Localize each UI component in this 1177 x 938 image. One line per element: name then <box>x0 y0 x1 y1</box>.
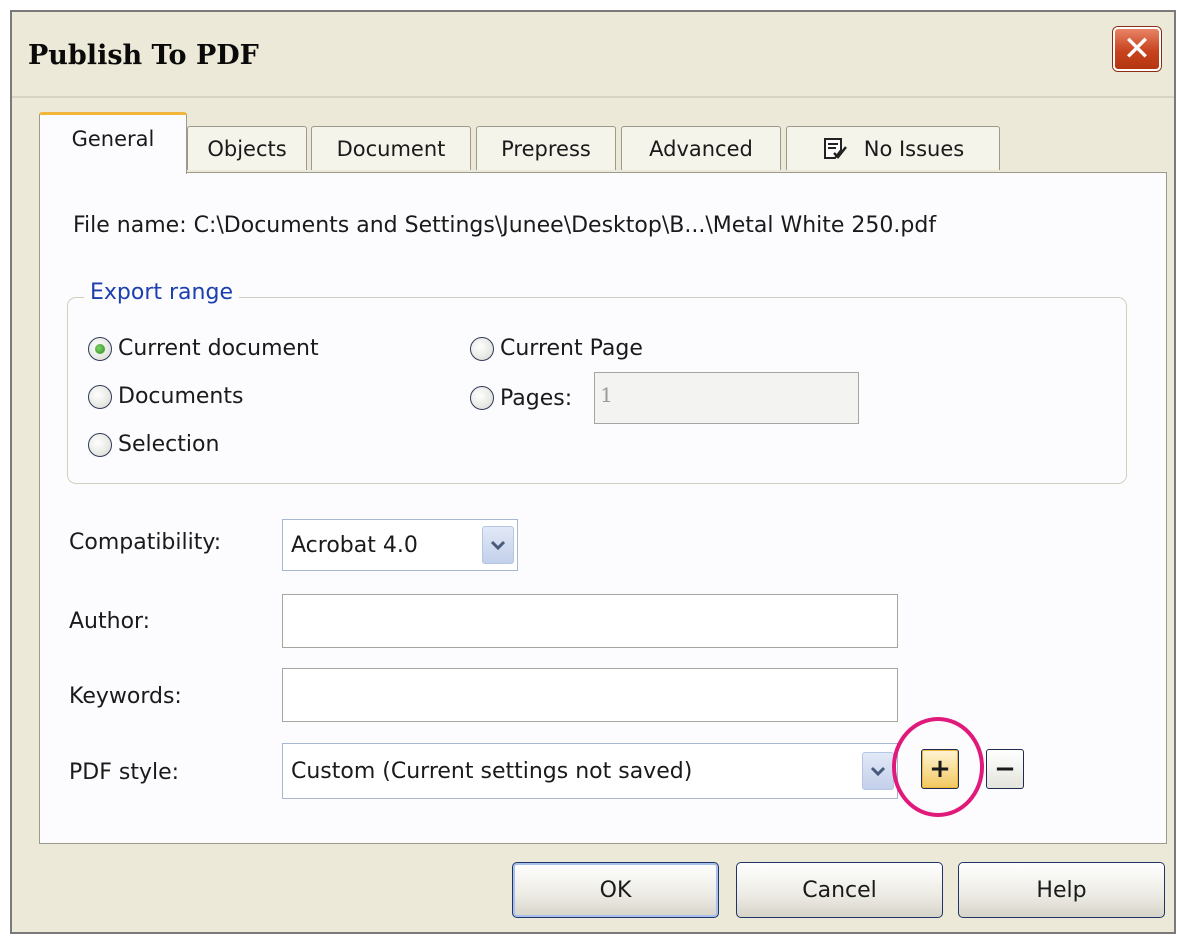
general-panel: File name: C:\Documents and Settings\Jun… <box>39 172 1167 844</box>
plus-icon: + <box>929 754 951 784</box>
radio-label: Selection <box>118 432 220 457</box>
cancel-button[interactable]: Cancel <box>736 862 943 918</box>
remove-style-button[interactable]: − <box>986 749 1024 789</box>
dialog-title: Publish To PDF <box>28 40 259 71</box>
compatibility-value: Acrobat 4.0 <box>291 532 418 558</box>
tab-no-issues[interactable]: No Issues <box>786 126 1000 170</box>
compatibility-label: Compatibility: <box>69 530 222 555</box>
publish-to-pdf-dialog: Publish To PDF ✕ General Objects Documen… <box>10 10 1176 934</box>
keywords-field[interactable] <box>282 668 898 722</box>
pdf-style-select[interactable]: Custom (Current settings not saved) <box>282 743 898 799</box>
author-label: Author: <box>69 609 151 634</box>
radio-label: Pages: <box>500 385 573 411</box>
tab-objects[interactable]: Objects <box>187 126 307 170</box>
chevron-down-icon[interactable] <box>862 752 894 790</box>
radio-label: Current document <box>118 336 319 361</box>
file-name-label: File name: <box>73 213 187 238</box>
radio-current-document[interactable]: Current document <box>88 336 319 361</box>
radio-label: Current Page <box>500 336 643 361</box>
radio-label: Documents <box>118 384 244 409</box>
tab-document[interactable]: Document <box>311 126 471 170</box>
compatibility-select[interactable]: Acrobat 4.0 <box>282 519 518 571</box>
pdf-style-label: PDF style: <box>69 760 180 785</box>
radio-button[interactable] <box>88 432 112 457</box>
keywords-label: Keywords: <box>69 684 182 709</box>
radio-current-page[interactable]: Current Page <box>470 336 643 361</box>
tab-advanced[interactable]: Advanced <box>621 126 781 170</box>
tab-no-issues-label: No Issues <box>863 136 965 161</box>
radio-documents[interactable]: Documents <box>88 384 243 409</box>
chevron-down-icon[interactable] <box>482 526 514 564</box>
pages-input[interactable]: 1 <box>594 372 860 424</box>
export-range-group: Export range Current document Documents … <box>67 280 1127 484</box>
author-field[interactable] <box>282 594 898 648</box>
radio-pages[interactable]: Pages: 1 <box>470 372 860 424</box>
export-range-title: Export range <box>84 280 239 305</box>
tab-general[interactable]: General <box>39 112 187 174</box>
help-button[interactable]: Help <box>958 862 1165 918</box>
checklist-icon <box>822 136 848 162</box>
ok-button[interactable]: OK <box>512 862 719 918</box>
close-icon: ✕ <box>1122 29 1152 69</box>
minus-icon: − <box>994 754 1016 784</box>
close-button[interactable]: ✕ <box>1113 27 1161 71</box>
add-style-button[interactable]: + <box>921 749 959 789</box>
radio-button[interactable] <box>88 384 112 409</box>
title-bar: Publish To PDF ✕ <box>12 12 1174 98</box>
radio-button[interactable] <box>470 336 494 361</box>
radio-button[interactable] <box>470 386 494 410</box>
pdf-style-value: Custom (Current settings not saved) <box>291 758 693 784</box>
tab-prepress[interactable]: Prepress <box>476 126 616 170</box>
file-name-row: File name: C:\Documents and Settings\Jun… <box>73 213 936 238</box>
radio-button-checked[interactable] <box>88 336 112 361</box>
file-name-value: C:\Documents and Settings\Junee\Desktop\… <box>193 213 937 238</box>
radio-selection[interactable]: Selection <box>88 432 219 457</box>
